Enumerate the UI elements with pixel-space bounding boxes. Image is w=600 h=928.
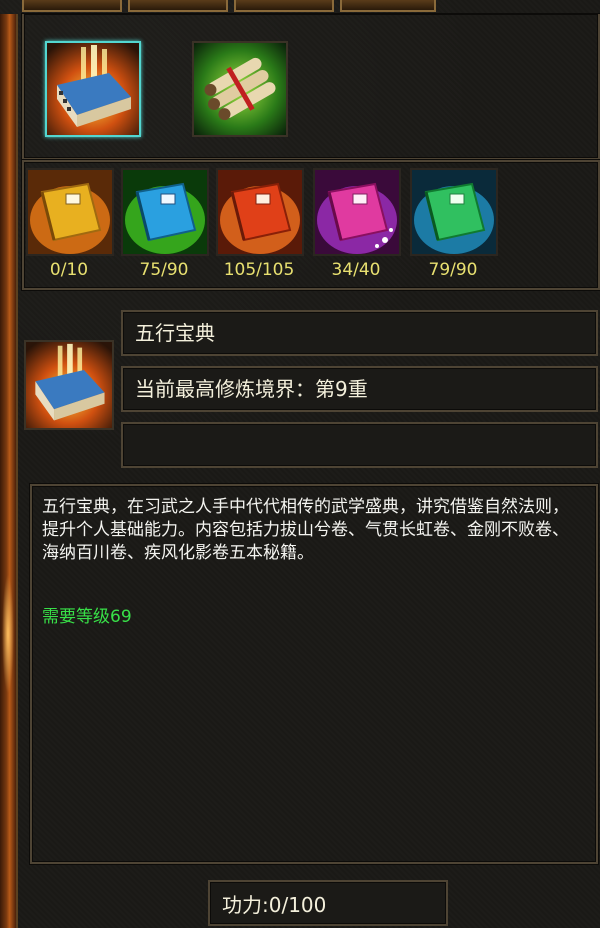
power-field: 功力:0/100 (208, 880, 448, 926)
description-text: 五行宝典，在习武之人手中代代相传的武学盛典，讲究借鉴自然法则，提升个人基础能力。… (42, 497, 569, 563)
level-requirement: 需要等级69 (42, 607, 132, 627)
tab-3[interactable] (234, 0, 334, 12)
tab-4[interactable] (340, 0, 436, 12)
left-decorative-border (0, 14, 18, 928)
blue-book-count: 75/90 (139, 260, 189, 280)
game-panel: 0/10 75/90 105/105 34/40 79/90 五行宝典 当前最高… (0, 0, 600, 928)
tab-1[interactable] (22, 0, 122, 12)
red-book-slot[interactable] (216, 168, 304, 256)
red-book-count: 105/105 (223, 260, 295, 280)
empty-field (121, 422, 598, 468)
pink-book-icon (315, 170, 399, 254)
pink-book-count: 34/40 (331, 260, 381, 280)
green-book-slot[interactable] (410, 168, 498, 256)
treasure-book-icon (26, 342, 112, 428)
red-book-icon (218, 170, 302, 254)
green-book-icon (412, 170, 496, 254)
gold-book-icon (28, 170, 112, 254)
realm-field: 当前最高修炼境界：第9重 (121, 366, 598, 412)
detail-icon-slot (24, 340, 114, 430)
scroll-bundle-icon (194, 43, 286, 135)
gold-book-count: 0/10 (49, 260, 89, 280)
tab-2[interactable] (128, 0, 228, 12)
green-book-count: 79/90 (428, 260, 478, 280)
blue-book-icon (123, 170, 207, 254)
scroll-bundle-slot[interactable] (192, 41, 288, 137)
treasure-book-icon (47, 43, 139, 135)
blue-book-slot[interactable] (121, 168, 209, 256)
gold-book-slot[interactable] (26, 168, 114, 256)
treasure-book-slot[interactable] (45, 41, 141, 137)
item-name-field: 五行宝典 (121, 310, 598, 356)
pink-book-slot[interactable] (313, 168, 401, 256)
